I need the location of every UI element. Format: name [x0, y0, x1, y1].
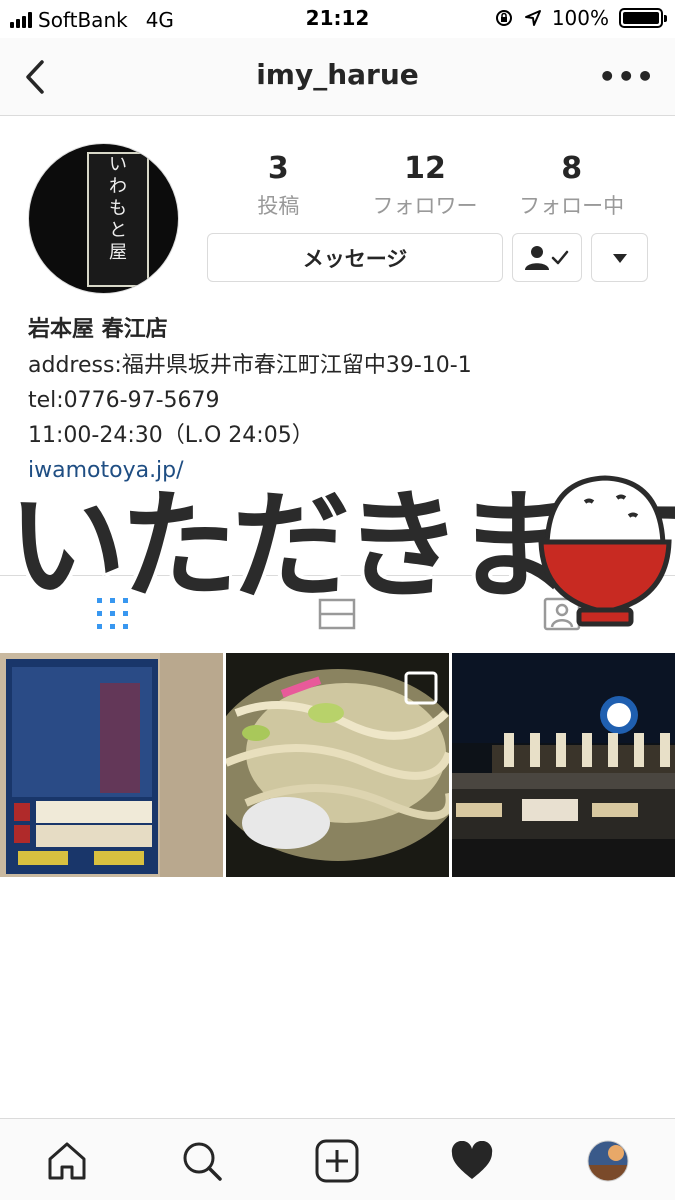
stat-label: フォロー中 — [519, 194, 625, 218]
nav-header: imy_harue ••• — [0, 38, 675, 116]
itadakimasu-sticker: いただきます — [0, 470, 675, 640]
home-icon — [48, 1142, 86, 1180]
profile-username-title: imy_harue — [256, 58, 419, 91]
search-icon — [183, 1142, 222, 1181]
ellipsis-icon[interactable]: ••• — [598, 60, 655, 93]
bio-address: address:福井県坂井市春江町江留中39-10-1 — [28, 353, 472, 378]
storefront-image — [452, 653, 675, 877]
profile-avatar[interactable]: いわもと屋 — [28, 143, 179, 294]
post-poster[interactable] — [0, 653, 223, 877]
avatar-sign-char: と — [109, 220, 127, 241]
battery-icon — [619, 8, 667, 28]
avatar-sign-char: わ — [109, 176, 127, 197]
rice-bowl-icon — [538, 475, 672, 627]
post-ramen[interactable] — [226, 653, 449, 877]
post-grid — [0, 653, 675, 877]
profile-bio: 岩本屋 春江店 address:福井県坂井市春江町江留中39-10-1 tel:… — [28, 312, 648, 488]
status-bar: SoftBank 4G 21:12 100% — [0, 0, 675, 38]
new-post-tab[interactable] — [315, 1139, 359, 1183]
poster-image — [0, 653, 223, 877]
stat-value: 12 — [404, 151, 446, 186]
stat-label: 投稿 — [257, 194, 300, 218]
avatar-sign-char: も — [109, 198, 127, 219]
ramen-image — [226, 653, 449, 877]
battery-percent: 100% — [551, 6, 609, 30]
bio-tel[interactable]: tel:0776-97-5679 — [28, 383, 648, 418]
avatar-sign-char: 屋 — [109, 242, 127, 263]
stat-0[interactable]: 3 投稿 — [205, 150, 352, 220]
profile-name: 岩本屋 春江店 — [28, 317, 168, 342]
rotation-lock-icon — [495, 10, 512, 26]
stat-1[interactable]: 12 フォロワー — [352, 150, 499, 220]
stat-value: 8 — [561, 151, 583, 186]
post-storefront[interactable] — [452, 653, 675, 877]
person-check-icon — [525, 245, 569, 270]
avatar-sign-char: い — [109, 154, 127, 175]
suggestions-dropdown-button[interactable] — [591, 233, 648, 282]
triangle-down-icon — [612, 253, 627, 263]
activity-tab[interactable] — [450, 1139, 494, 1183]
search-tab[interactable] — [180, 1139, 224, 1183]
profile-tab[interactable] — [586, 1139, 630, 1183]
location-arrow-icon — [524, 10, 541, 26]
stat-value: 3 — [267, 151, 289, 186]
bottom-tab-bar — [0, 1118, 675, 1200]
avatar-sign-image: いわもと屋 — [87, 152, 149, 287]
stat-2[interactable]: 8 フォロー中 — [498, 150, 645, 220]
status-right: 100% — [494, 6, 667, 30]
activity-heart-icon — [451, 1141, 493, 1179]
following-button[interactable] — [512, 233, 582, 282]
profile-stats: 3 投稿 12 フォロワー 8 フォロー中 — [205, 150, 645, 220]
home-tab[interactable] — [45, 1139, 89, 1183]
profile-avatar-icon — [587, 1140, 629, 1182]
message-button[interactable]: メッセージ — [207, 233, 503, 282]
stat-label: フォロワー — [372, 194, 478, 218]
bio-hours: 11:00-24:30（L.O 24:05） — [28, 423, 314, 448]
new-post-icon — [315, 1139, 359, 1183]
